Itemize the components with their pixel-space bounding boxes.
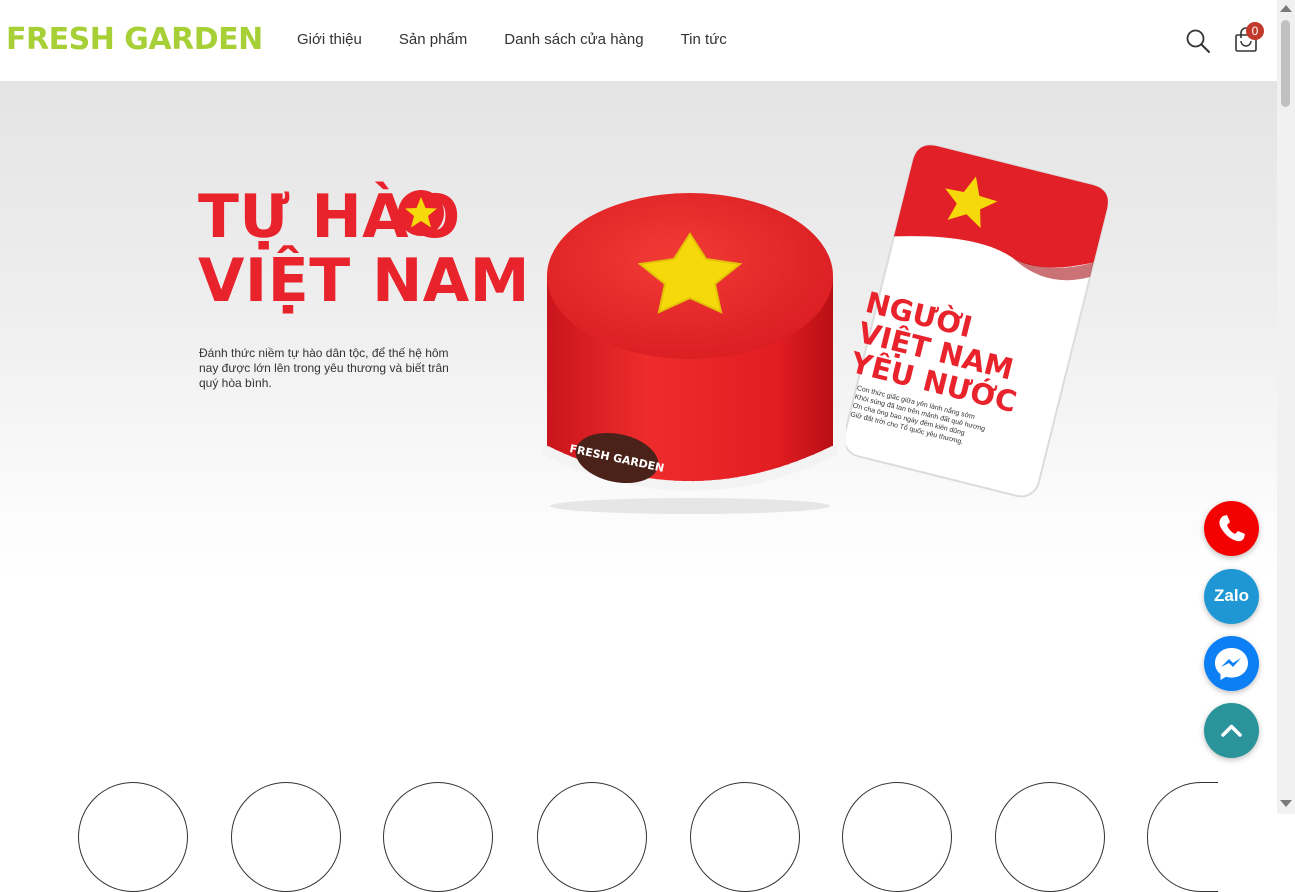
call-button[interactable] — [1204, 501, 1259, 556]
zalo-icon: Zalo — [1214, 586, 1249, 605]
arrow-up-icon — [1221, 724, 1242, 737]
nav-item-products[interactable]: Sản phẩm — [399, 30, 467, 50]
category-item[interactable] — [690, 782, 800, 892]
brand-logo[interactable]: FRESH GARDEN — [6, 22, 263, 58]
cart-count-badge: 0 — [1246, 22, 1264, 40]
scroll-thumb[interactable] — [1281, 20, 1290, 107]
scroll-up-icon[interactable] — [1280, 5, 1292, 12]
cake-image: FRESH GARDEN — [542, 193, 838, 514]
hero-title: TỰ HÀO VIỆT NAM — [198, 182, 530, 316]
back-to-top-button[interactable] — [1204, 703, 1259, 758]
main-nav: Giới thiệu Sản phẩm Danh sách cửa hàng T… — [297, 30, 764, 50]
star-badge-icon — [398, 190, 444, 236]
category-item[interactable] — [537, 782, 647, 892]
scroll-down-icon[interactable] — [1280, 800, 1292, 807]
search-icon[interactable] — [1185, 28, 1211, 54]
category-item[interactable] — [842, 782, 952, 892]
messenger-icon — [1215, 648, 1248, 680]
nav-item-news[interactable]: Tin tức — [681, 30, 727, 50]
category-item[interactable] — [231, 782, 341, 892]
zalo-button[interactable]: Zalo — [1204, 569, 1259, 624]
category-item[interactable] — [78, 782, 188, 892]
site-header: FRESH GARDEN Giới thiệu Sản phẩm Danh sá… — [0, 0, 1277, 81]
category-item[interactable] — [995, 782, 1105, 892]
nav-item-stores[interactable]: Danh sách cửa hàng — [504, 30, 643, 50]
messenger-button[interactable] — [1204, 636, 1259, 691]
hero-description: Đánh thức niềm tự hào dân tộc, để thế hệ… — [199, 346, 449, 390]
nav-item-about[interactable]: Giới thiệu — [297, 30, 362, 50]
phone-icon — [1219, 515, 1245, 542]
page-scrollbar[interactable] — [1277, 0, 1295, 814]
hero-banner[interactable]: TỰ HÀO VIỆT NAM Đánh thức niềm tự hào dâ… — [0, 81, 1277, 581]
category-item[interactable] — [1147, 782, 1218, 892]
category-item[interactable] — [383, 782, 493, 892]
